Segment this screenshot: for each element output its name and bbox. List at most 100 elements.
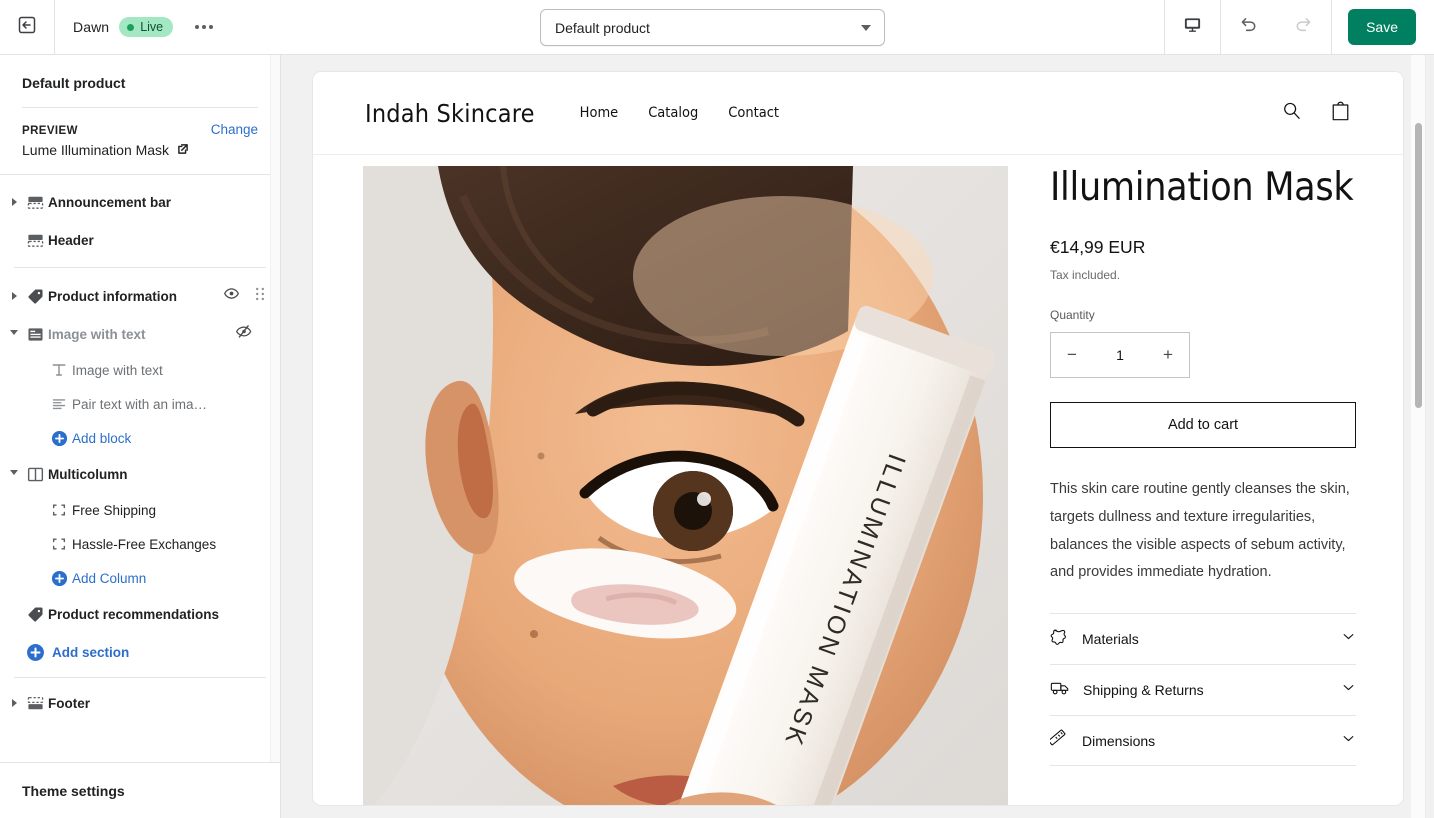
- footer-icon: [22, 694, 48, 713]
- tag-icon: [22, 605, 48, 624]
- sidebar-item-label: Product recommendations: [48, 606, 220, 622]
- eye-hidden-icon[interactable]: [235, 323, 252, 345]
- storefront-header: Indah Skincare Home Catalog Contact: [313, 72, 1403, 155]
- block-label: Hassle-Free Exchanges: [72, 536, 217, 552]
- leather-icon: [1050, 627, 1069, 651]
- accordion-row-dimensions[interactable]: Dimensions: [1048, 715, 1356, 767]
- sidebar-item-label: Image with text: [48, 326, 146, 342]
- add-block-button[interactable]: Add block: [0, 421, 280, 455]
- section-actions: [223, 285, 266, 307]
- column-block-icon: [46, 536, 72, 552]
- chevron-down-icon: [1341, 680, 1356, 700]
- quantity-label: Quantity: [1050, 307, 1095, 322]
- redo-button[interactable]: [1276, 0, 1331, 54]
- search-icon[interactable]: [1281, 100, 1302, 126]
- block-image-with-text[interactable]: Image with text: [0, 353, 280, 387]
- sidebar-item-announcement-bar[interactable]: Announcement bar: [0, 183, 280, 221]
- undo-button[interactable]: [1221, 0, 1276, 54]
- chevron-right-icon[interactable]: [6, 292, 22, 300]
- live-badge-label: Live: [140, 20, 164, 34]
- sidebar-item-product-information[interactable]: Product information: [0, 277, 280, 315]
- save-button[interactable]: Save: [1348, 9, 1416, 45]
- add-column-button[interactable]: Add Column: [0, 561, 280, 595]
- quantity-stepper[interactable]: − 1 +: [1050, 331, 1190, 378]
- chevron-down-icon: [861, 24, 871, 31]
- sidebar-item-footer[interactable]: Footer: [0, 684, 280, 722]
- accordion-label: Materials: [1082, 631, 1139, 648]
- theme-settings-label: Theme settings: [22, 782, 125, 799]
- block-free-shipping[interactable]: Free Shipping: [0, 493, 280, 527]
- chevron-down-icon: [1341, 629, 1356, 649]
- chevron-right-icon[interactable]: [6, 198, 22, 206]
- accordion-label: Shipping & Returns: [1083, 682, 1204, 699]
- exit-to-app-icon: [17, 15, 37, 40]
- theme-settings-button[interactable]: Theme settings: [0, 762, 280, 818]
- external-link-icon: [177, 142, 189, 158]
- stage-right-edge: [1425, 55, 1434, 818]
- live-dot-icon: [127, 23, 135, 31]
- sidebar-scrollbar[interactable]: [270, 55, 280, 762]
- add-to-cart-button[interactable]: Add to cart: [1050, 401, 1356, 448]
- quantity-decrease-button[interactable]: −: [1067, 346, 1077, 363]
- editor-sidebar: Default product PREVIEW Change Lume Illu…: [0, 55, 281, 818]
- product-image[interactable]: ILLUMINATION MASK: [363, 166, 1008, 805]
- redo-icon: [1293, 14, 1314, 40]
- storefront-preview[interactable]: Indah Skincare Home Catalog Contact ILLU…: [313, 72, 1403, 805]
- sidebar-item-image-with-text[interactable]: Image with text: [0, 315, 280, 353]
- add-section-button[interactable]: Add section: [0, 633, 280, 671]
- preview-product-name: Lume Illumination Mask: [22, 142, 170, 158]
- quantity-value[interactable]: 1: [1116, 347, 1124, 363]
- accordion-label: Dimensions: [1082, 732, 1156, 749]
- nav-link-home[interactable]: Home: [580, 105, 619, 121]
- accordion-row-shipping-returns[interactable]: Shipping & Returns: [1050, 664, 1356, 715]
- status-badge: Live: [119, 17, 174, 37]
- store-header-icons: [1281, 100, 1351, 127]
- product-accordion: Materials Shipping & Returns Dimensions: [1048, 613, 1356, 767]
- more-actions-icon[interactable]: [189, 17, 219, 37]
- add-section-label: Add section: [52, 644, 130, 660]
- nav-link-catalog[interactable]: Catalog: [648, 105, 698, 121]
- eye-icon[interactable]: [223, 285, 240, 307]
- chevron-down-icon[interactable]: [6, 329, 22, 339]
- preview-scrollbar-thumb[interactable]: [1415, 123, 1422, 408]
- store-logo[interactable]: Indah Skincare: [365, 99, 535, 128]
- undo-icon: [1238, 14, 1259, 40]
- drag-handle-icon[interactable]: [254, 286, 266, 307]
- sidebar-scroll-area: Default product PREVIEW Change Lume Illu…: [0, 55, 280, 762]
- product-selector-wrap: Default product: [540, 9, 885, 46]
- product-price: €14,99 EUR: [1050, 236, 1146, 257]
- sidebar-item-label: Announcement bar: [48, 194, 172, 210]
- block-hassle-free-exchanges[interactable]: Hassle-Free Exchanges: [0, 527, 280, 561]
- exit-editor-button[interactable]: [0, 0, 55, 54]
- product-page: ILLUMINATION MASK Illumination Mask €14,…: [313, 155, 1403, 805]
- preview-block: PREVIEW Change Lume Illumination Mask: [0, 108, 280, 174]
- sidebar-item-product-recommendations[interactable]: Product recommendations: [0, 595, 280, 633]
- theme-editor: Dawn Live Default product Save Default p…: [0, 0, 1434, 818]
- section-list: Announcement bar Header Product informat…: [0, 175, 280, 722]
- block-label: Pair text with an ima…: [72, 396, 208, 412]
- sidebar-item-label: Multicolumn: [48, 466, 128, 482]
- sidebar-item-header[interactable]: Header: [0, 221, 280, 259]
- desktop-preview-button[interactable]: [1165, 0, 1220, 54]
- preview-product-name-row[interactable]: Lume Illumination Mask: [22, 142, 258, 158]
- product-selector[interactable]: Default product: [540, 9, 885, 46]
- nav-link-contact[interactable]: Contact: [728, 105, 779, 121]
- block-label: Image with text: [72, 362, 163, 378]
- chevron-down-icon[interactable]: [6, 469, 22, 479]
- header-icon: [22, 231, 48, 250]
- plus-circle-icon: [22, 643, 48, 662]
- sidebar-item-multicolumn[interactable]: Multicolumn: [0, 455, 280, 493]
- plus-circle-icon: [46, 430, 72, 447]
- block-label: Free Shipping: [72, 502, 157, 518]
- preview-label: PREVIEW: [22, 125, 78, 137]
- quantity-increase-button[interactable]: +: [1163, 346, 1173, 363]
- chevron-right-icon[interactable]: [6, 699, 22, 707]
- accordion-row-materials[interactable]: Materials: [1050, 613, 1356, 664]
- change-preview-link[interactable]: Change: [211, 122, 258, 137]
- product-title: Illumination Mask: [1050, 165, 1354, 210]
- shopping-bag-icon[interactable]: [1330, 100, 1351, 127]
- product-photo-illustration: ILLUMINATION MASK: [363, 166, 1008, 805]
- block-pair-text-with-image[interactable]: Pair text with an ima…: [0, 387, 280, 421]
- sidebar-item-label: Footer: [48, 695, 90, 711]
- sidebar-item-label: Product information: [48, 288, 177, 304]
